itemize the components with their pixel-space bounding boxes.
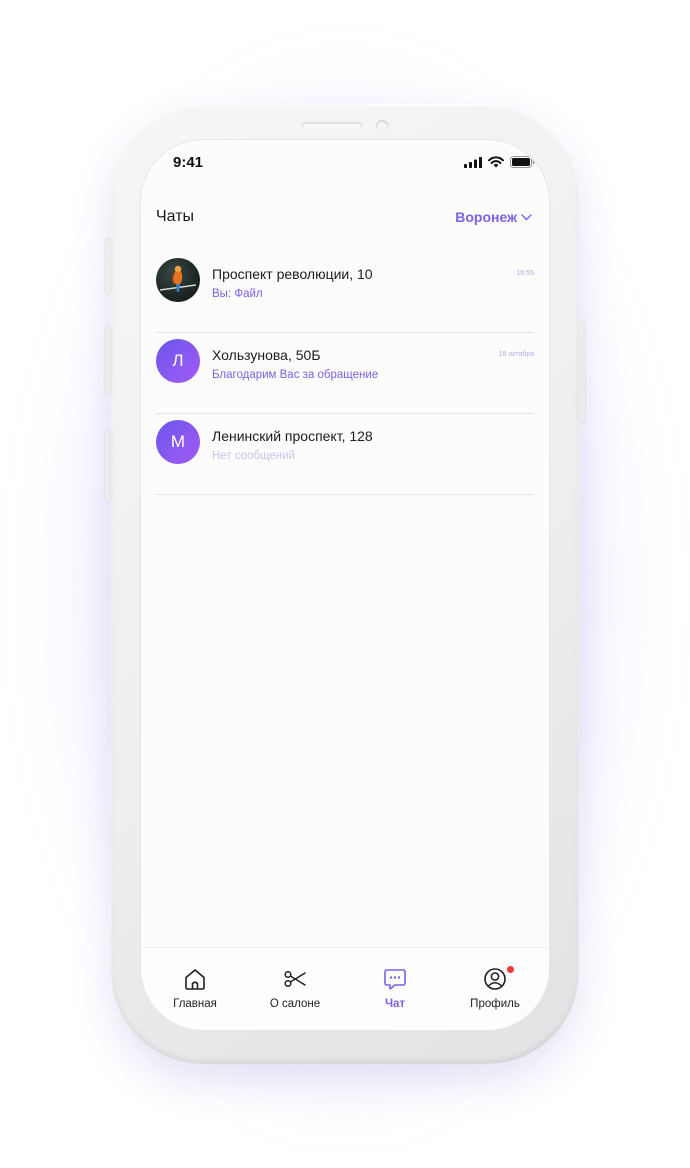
status-time: 9:41	[173, 154, 204, 171]
city-label: Воронеж	[455, 209, 517, 225]
volume-down-button	[105, 430, 111, 500]
battery-icon	[510, 156, 535, 168]
status-icons	[464, 156, 535, 168]
home-icon	[185, 969, 205, 990]
chevron-down-icon	[521, 213, 532, 220]
volume-up-button	[105, 326, 111, 396]
chat-list: Проспект революции, 10 Вы: Файл 16:55 Л …	[156, 252, 534, 495]
city-selector[interactable]: Воронеж	[455, 209, 532, 225]
avatar: М	[156, 420, 200, 464]
chat-preview: Нет сообщений	[212, 450, 295, 462]
tab-label: Главная	[173, 998, 217, 1010]
power-button	[579, 322, 585, 422]
tab-home[interactable]: Главная	[150, 966, 240, 1010]
tab-label: О салоне	[269, 998, 321, 1010]
chat-time: 16:55	[516, 270, 534, 277]
mute-switch	[105, 238, 111, 294]
phone-frame: 9:41 Чаты Воронеж Проспект революции, 10…	[105, 104, 585, 1064]
chat-name: Проспект революции, 10	[212, 266, 373, 282]
chat-preview: Вы: Файл	[212, 288, 263, 300]
chat-name: Ленинский проспект, 128	[212, 428, 373, 444]
tab-chat[interactable]: Чат	[350, 966, 440, 1010]
front-camera	[376, 120, 388, 132]
cellular-signal-icon	[464, 156, 482, 168]
wifi-icon	[488, 156, 504, 168]
tab-label: Профиль	[470, 998, 520, 1010]
bottom-tab-bar: Главная О салоне Чат Профиль	[141, 947, 549, 1030]
profile-icon	[484, 968, 506, 990]
chat-icon	[384, 969, 406, 990]
parrot-photo-icon	[159, 265, 197, 292]
speaker	[302, 122, 362, 130]
chat-list-item[interactable]: Проспект революции, 10 Вы: Файл 16:55	[156, 252, 534, 333]
app-screen: 9:41 Чаты Воронеж Проспект революции, 10…	[141, 140, 549, 1030]
avatar	[156, 258, 200, 302]
page-title: Чаты	[156, 208, 195, 225]
chat-list-item[interactable]: Л Хользунова, 50Б Благодарим Вас за обра…	[156, 333, 534, 414]
notification-badge	[507, 966, 514, 973]
chat-list-item[interactable]: М Ленинский проспект, 128 Нет сообщений	[156, 414, 534, 495]
chat-name: Хользунова, 50Б	[212, 347, 321, 363]
chat-preview: Благодарим Вас за обращение	[212, 369, 379, 381]
chat-time: 18 октября	[498, 351, 534, 358]
avatar: Л	[156, 339, 200, 383]
tab-label: Чат	[384, 998, 406, 1010]
scissors-icon	[284, 970, 306, 988]
tab-profile[interactable]: Профиль	[450, 966, 540, 1010]
tab-about-salon[interactable]: О салоне	[250, 966, 340, 1010]
